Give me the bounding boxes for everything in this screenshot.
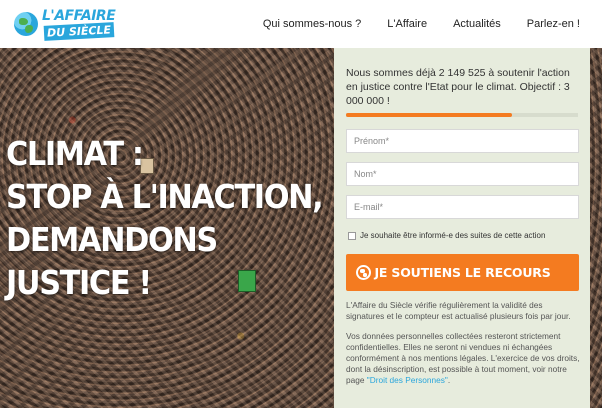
updates-checkbox-label: Je souhaite être informé-e des suites de… bbox=[360, 231, 546, 240]
submit-support-label: JE SOUTIENS LE RECOURS bbox=[374, 265, 551, 280]
verification-note: L'Affaire du Siècle vérifie régulièremen… bbox=[346, 300, 571, 321]
lastname-field[interactable] bbox=[346, 162, 579, 186]
hero-title: CLIMAT : STOP À L'INACTION, DEMANDONS JU… bbox=[6, 132, 324, 304]
petition-progress-fill bbox=[346, 113, 513, 117]
hero-title-line: JUSTICE ! bbox=[6, 263, 152, 302]
updates-checkbox-row[interactable]: Je souhaite être informé-e des suites de… bbox=[348, 231, 545, 240]
globe-icon bbox=[14, 12, 38, 36]
signup-panel: Nous sommes déjà 2 149 525 à soutenir l'… bbox=[334, 48, 590, 408]
privacy-note: Vos données personnelles collectées rest… bbox=[346, 331, 582, 386]
logo-text-line2: DU SIÈCLE bbox=[43, 22, 115, 41]
logo-text-line1: L'AFFAIRE bbox=[42, 8, 116, 24]
main-nav: Qui sommes-nous ? L'Affaire Actualités P… bbox=[263, 0, 580, 48]
nav-item-parlez-en[interactable]: Parlez-en ! bbox=[527, 18, 580, 30]
logo[interactable]: L'AFFAIRE DU SIÈCLE bbox=[14, 8, 124, 41]
email-field[interactable] bbox=[346, 195, 579, 219]
updates-checkbox[interactable] bbox=[348, 231, 356, 240]
hero-title-line: STOP À L'INACTION, bbox=[6, 177, 324, 216]
globe-icon bbox=[356, 265, 371, 280]
nav-item-actualites[interactable]: Actualités bbox=[453, 18, 501, 30]
hero-title-line: DEMANDONS bbox=[6, 220, 218, 259]
petition-progress-bar bbox=[346, 113, 578, 117]
nav-item-laffaire[interactable]: L'Affaire bbox=[387, 18, 427, 30]
site-header: L'AFFAIRE DU SIÈCLE Qui sommes-nous ? L'… bbox=[0, 0, 602, 48]
hero-title-line: CLIMAT : bbox=[6, 134, 144, 173]
nav-item-qui-sommes-nous[interactable]: Qui sommes-nous ? bbox=[263, 18, 361, 30]
privacy-note-end: . bbox=[447, 375, 451, 385]
supporter-count-text: Nous sommes déjà 2 149 525 à soutenir l'… bbox=[346, 67, 570, 107]
submit-support-button[interactable]: JE SOUTIENS LE RECOURS bbox=[346, 254, 579, 291]
firstname-field[interactable] bbox=[346, 129, 579, 153]
privacy-rights-link[interactable]: "Droit des Personnes" bbox=[367, 375, 448, 385]
